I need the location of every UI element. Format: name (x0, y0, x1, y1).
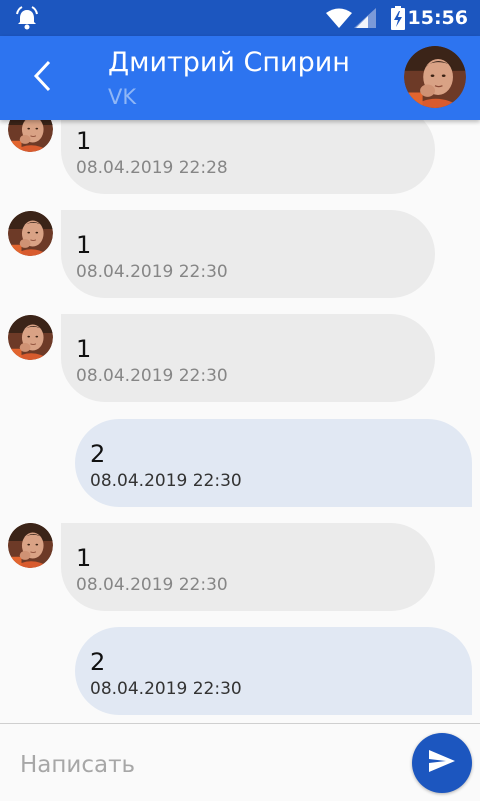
contact-name: Дмитрий Спирин (108, 47, 350, 78)
message-list[interactable]: 1 08.04.2019 22:28 1 08.04.2019 22:30 1 … (0, 120, 480, 723)
alarm-icon (14, 6, 40, 34)
signal-icon (354, 8, 376, 32)
message-time: 08.04.2019 22:28 (76, 158, 228, 178)
sender-avatar[interactable] (8, 211, 53, 256)
message-time: 08.04.2019 22:30 (76, 262, 228, 282)
message-text: 2 (90, 440, 106, 468)
contact-subtitle: VK (108, 85, 137, 109)
wifi-icon (326, 8, 352, 32)
avatar[interactable] (404, 46, 466, 108)
message-input[interactable] (18, 744, 392, 786)
sender-avatar[interactable] (8, 315, 53, 360)
app-bar: Дмитрий Спирин VK (0, 36, 480, 120)
message-text: 2 (90, 648, 106, 676)
send-button[interactable] (412, 733, 472, 793)
incoming-message[interactable]: 1 08.04.2019 22:30 (61, 314, 435, 402)
message-text: 1 (76, 231, 92, 259)
status-time: 15:56 (407, 7, 468, 29)
message-time: 08.04.2019 22:30 (90, 471, 242, 491)
message-text: 1 (76, 127, 92, 155)
outgoing-message[interactable]: 2 08.04.2019 22:30 (75, 627, 472, 715)
message-text: 1 (76, 544, 92, 572)
incoming-message[interactable]: 1 08.04.2019 22:30 (61, 523, 435, 611)
send-icon (429, 750, 455, 776)
back-button[interactable] (20, 50, 64, 106)
chevron-left-icon (33, 60, 51, 96)
sender-avatar[interactable] (8, 523, 53, 568)
outgoing-message[interactable]: 2 08.04.2019 22:30 (75, 419, 472, 507)
sender-avatar[interactable] (8, 120, 53, 152)
incoming-message[interactable]: 1 08.04.2019 22:30 (61, 210, 435, 298)
message-text: 1 (76, 335, 92, 363)
message-time: 08.04.2019 22:30 (76, 366, 228, 386)
status-bar: 15:56 (0, 0, 480, 36)
compose-bar (0, 723, 480, 801)
message-time: 08.04.2019 22:30 (90, 679, 242, 699)
incoming-message[interactable]: 1 08.04.2019 22:28 (61, 120, 435, 194)
battery-charging-icon (391, 6, 405, 34)
message-time: 08.04.2019 22:30 (76, 575, 228, 595)
